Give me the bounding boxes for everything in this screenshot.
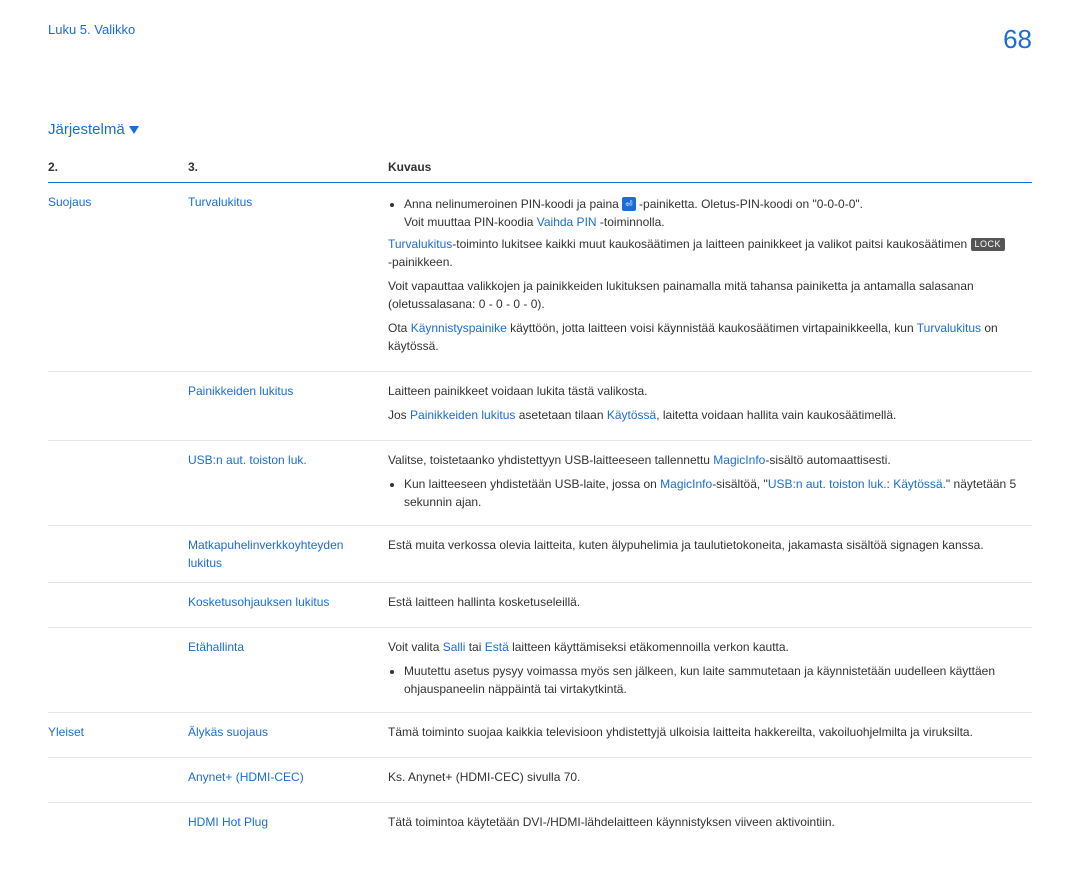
- table-row: Yleiset Älykäs suojaus Tämä toiminto suo…: [48, 712, 1032, 757]
- bullet-item: Muutettu asetus pysyy voimassa myös sen …: [404, 662, 1024, 698]
- table-row: HDMI Hot Plug Tätä toimintoa käytetään D…: [48, 802, 1032, 847]
- lock-badge: LOCK: [971, 238, 1006, 252]
- page-number: 68: [1003, 20, 1032, 59]
- desc-cell: Ks. Anynet+ (HDMI-CEC) sivulla 70.: [388, 757, 1032, 802]
- desc-cell: Estä laitteen hallinta kosketuseleillä.: [388, 582, 1032, 627]
- category-suojaus[interactable]: Suojaus: [48, 182, 188, 371]
- text: Ota: [388, 321, 411, 335]
- subitem-kosketusohjauksen-lukitus[interactable]: Kosketusohjauksen lukitus: [188, 582, 388, 627]
- text: Kun laitteeseen yhdistetään USB-laite, j…: [404, 477, 660, 491]
- section-title-text: Järjestelmä: [48, 119, 125, 142]
- text: -sisältöä, ": [712, 477, 768, 491]
- section-title[interactable]: Järjestelmä: [48, 119, 1032, 142]
- category-empty: [48, 525, 188, 582]
- subitem-alykas-suojaus[interactable]: Älykäs suojaus: [188, 712, 388, 757]
- table-row: Etähallinta Voit valita Salli tai Estä l…: [48, 627, 1032, 712]
- text: Laitteen painikkeet voidaan lukita tästä…: [388, 382, 1024, 400]
- link-turvalukitus[interactable]: Turvalukitus: [388, 237, 452, 251]
- table-header-row: 2. 3. Kuvaus: [48, 152, 1032, 183]
- text: Voit valita: [388, 640, 443, 654]
- table-row: Suojaus Turvalukitus Anna nelinumeroinen…: [48, 182, 1032, 371]
- page-header: Luku 5. Valikko 68: [48, 20, 1032, 59]
- text: Jos: [388, 408, 410, 422]
- text: laitteen käyttämiseksi etäkomennoilla ve…: [509, 640, 789, 654]
- link-magicinfo-2[interactable]: MagicInfo: [660, 477, 712, 491]
- desc-cell: Laitteen painikkeet voidaan lukita tästä…: [388, 371, 1032, 440]
- bullet-item: Anna nelinumeroinen PIN-koodi ja paina ⏎…: [404, 195, 1024, 231]
- link-kaytossa[interactable]: Käytössä: [607, 408, 656, 422]
- category-empty: [48, 582, 188, 627]
- table-row: USB:n aut. toiston luk. Valitse, toistet…: [48, 440, 1032, 525]
- subitem-painikkeiden-lukitus[interactable]: Painikkeiden lukitus: [188, 371, 388, 440]
- text: Ks. Anynet+ (HDMI-CEC) sivulla 70.: [388, 768, 1024, 786]
- text: -painiketta. Oletus-PIN-koodi on "0-0-0-…: [639, 197, 863, 211]
- text: , laitetta voidaan hallita vain kaukosää…: [656, 408, 896, 422]
- col-header-3: 3.: [188, 152, 388, 183]
- category-yleiset[interactable]: Yleiset: [48, 712, 188, 757]
- link-kaytossa-2[interactable]: Käytössä.: [893, 477, 946, 491]
- link-turvalukitus-2[interactable]: Turvalukitus: [917, 321, 981, 335]
- desc-cell: Valitse, toistetaanko yhdistettyyn USB-l…: [388, 440, 1032, 525]
- subitem-usb-aut-toiston-luk[interactable]: USB:n aut. toiston luk.: [188, 440, 388, 525]
- text: Tätä toimintoa käytetään DVI-/HDMI-lähde…: [388, 813, 1024, 831]
- category-empty: [48, 802, 188, 847]
- category-empty: [48, 371, 188, 440]
- text: -painikkeen.: [388, 255, 453, 269]
- table-row: Painikkeiden lukitus Laitteen painikkeet…: [48, 371, 1032, 440]
- link-painikkeiden-lukitus[interactable]: Painikkeiden lukitus: [410, 408, 515, 422]
- table-row: Matkapuhelinverkkoyhteyden lukitus Estä …: [48, 525, 1032, 582]
- text: Estä laitteen hallinta kosketuseleillä.: [388, 593, 1024, 611]
- desc-cell: Tämä toiminto suojaa kaikkia televisioon…: [388, 712, 1032, 757]
- text: tai: [465, 640, 484, 654]
- text: -toiminto lukitsee kaikki muut kaukosäät…: [452, 237, 970, 251]
- link-esta[interactable]: Estä: [485, 640, 509, 654]
- breadcrumb[interactable]: Luku 5. Valikko: [48, 20, 135, 40]
- text: Tämä toiminto suojaa kaikkia televisioon…: [388, 723, 1024, 741]
- table-row: Kosketusohjauksen lukitus Estä laitteen …: [48, 582, 1032, 627]
- desc-cell: Anna nelinumeroinen PIN-koodi ja paina ⏎…: [388, 182, 1032, 371]
- text: -sisältö automaattisesti.: [765, 453, 890, 467]
- category-empty: [48, 627, 188, 712]
- link-magicinfo[interactable]: MagicInfo: [713, 453, 765, 467]
- subitem-etahallinta[interactable]: Etähallinta: [188, 627, 388, 712]
- desc-cell: Estä muita verkossa olevia laitteita, ku…: [388, 525, 1032, 582]
- link-vaihda-pin[interactable]: Vaihda PIN: [537, 215, 597, 229]
- desc-cell: Voit valita Salli tai Estä laitteen käyt…: [388, 627, 1032, 712]
- subitem-anynet[interactable]: Anynet+ (HDMI-CEC): [188, 757, 388, 802]
- settings-table: 2. 3. Kuvaus Suojaus Turvalukitus Anna n…: [48, 152, 1032, 847]
- text: Estä muita verkossa olevia laitteita, ku…: [388, 536, 1024, 554]
- desc-cell: Tätä toimintoa käytetään DVI-/HDMI-lähde…: [388, 802, 1032, 847]
- bullet-item: Kun laitteeseen yhdistetään USB-laite, j…: [404, 475, 1024, 511]
- category-empty: [48, 757, 188, 802]
- text: asetetaan tilaan: [515, 408, 606, 422]
- category-empty: [48, 440, 188, 525]
- table-row: Anynet+ (HDMI-CEC) Ks. Anynet+ (HDMI-CEC…: [48, 757, 1032, 802]
- col-header-2: 2.: [48, 152, 188, 183]
- subitem-turvalukitus[interactable]: Turvalukitus: [188, 182, 388, 371]
- text: Voit muuttaa PIN-koodia: [404, 215, 537, 229]
- text: Voit vapauttaa valikkojen ja painikkeide…: [388, 277, 1024, 313]
- text: -toiminnolla.: [597, 215, 665, 229]
- text: Anna nelinumeroinen PIN-koodi ja paina: [404, 197, 622, 211]
- link-salli[interactable]: Salli: [443, 640, 466, 654]
- text: käyttöön, jotta laitteen voisi käynnistä…: [507, 321, 917, 335]
- enter-icon: ⏎: [622, 197, 636, 211]
- chevron-down-icon: [129, 126, 139, 134]
- subitem-hdmi-hot-plug[interactable]: HDMI Hot Plug: [188, 802, 388, 847]
- col-header-desc: Kuvaus: [388, 152, 1032, 183]
- subitem-matkapuhelin-lukitus[interactable]: Matkapuhelinverkkoyhteyden lukitus: [188, 525, 388, 582]
- text: Valitse, toistetaanko yhdistettyyn USB-l…: [388, 453, 713, 467]
- link-usb-aut[interactable]: USB:n aut. toiston luk.: [768, 477, 887, 491]
- link-kaynnistyspainike[interactable]: Käynnistyspainike: [411, 321, 507, 335]
